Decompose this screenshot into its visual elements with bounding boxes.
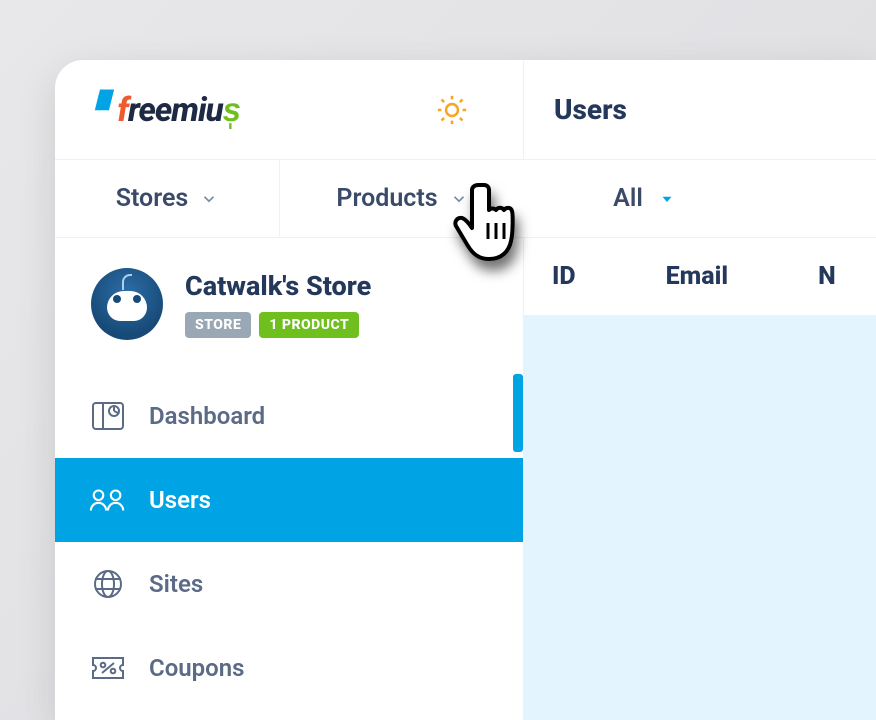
column-header-email[interactable]: Email <box>666 262 728 291</box>
content-area: ID Email N <box>524 238 876 720</box>
avatar <box>91 268 163 340</box>
sidebar-item-label: Users <box>149 486 211 514</box>
table-body <box>524 316 876 720</box>
store-name: Catwalk's Store <box>185 270 371 302</box>
sidebar-item-label: Sites <box>149 570 203 598</box>
coupon-icon <box>89 655 127 681</box>
page-title: Users <box>554 93 627 126</box>
column-header-id[interactable]: ID <box>552 262 576 291</box>
sidebar-item-dashboard[interactable]: Dashboard <box>55 374 523 458</box>
caret-down-icon <box>658 190 676 208</box>
sidebar: Catwalk's Store STORE 1 PRODUCT <box>55 238 524 720</box>
filter-dropdown-label: All <box>613 184 643 213</box>
badge-product-count: 1 PRODUCT <box>259 312 359 338</box>
stores-dropdown[interactable]: Stores <box>55 160 280 237</box>
scroll-indicator[interactable] <box>513 374 523 452</box>
table-header: ID Email N <box>524 238 876 316</box>
users-icon <box>89 487 127 513</box>
chevron-down-icon <box>450 190 468 208</box>
dashboard-icon <box>89 401 127 431</box>
sidebar-nav: Dashboard Users <box>55 374 523 710</box>
sun-icon <box>435 93 469 127</box>
sidebar-item-label: Coupons <box>149 654 245 682</box>
app-window: ▘freemius̩ Users <box>55 60 876 720</box>
filter-dropdown[interactable]: All <box>524 184 704 213</box>
products-dropdown[interactable]: Products <box>280 160 524 237</box>
sidebar-item-sites[interactable]: Sites <box>55 542 523 626</box>
sidebar-item-users[interactable]: Users <box>55 458 523 542</box>
page-title-area: Users <box>524 93 876 126</box>
products-dropdown-label: Products <box>336 184 437 213</box>
badge-store: STORE <box>185 312 251 338</box>
sidebar-item-label: Dashboard <box>149 402 265 430</box>
theme-toggle-button[interactable] <box>380 60 524 159</box>
sidebar-item-coupons[interactable]: Coupons <box>55 626 523 710</box>
main-area: Catwalk's Store STORE 1 PRODUCT <box>55 238 876 720</box>
logo[interactable]: ▘freemius̩ <box>55 90 380 130</box>
column-header-name[interactable]: N <box>818 262 836 291</box>
topbar: ▘freemius̩ Users <box>55 60 876 160</box>
stores-dropdown-label: Stores <box>116 184 189 213</box>
store-header: Catwalk's Store STORE 1 PRODUCT <box>55 238 523 374</box>
globe-icon <box>89 568 127 600</box>
chevron-down-icon <box>200 190 218 208</box>
selector-bar: Stores Products All <box>55 160 876 238</box>
